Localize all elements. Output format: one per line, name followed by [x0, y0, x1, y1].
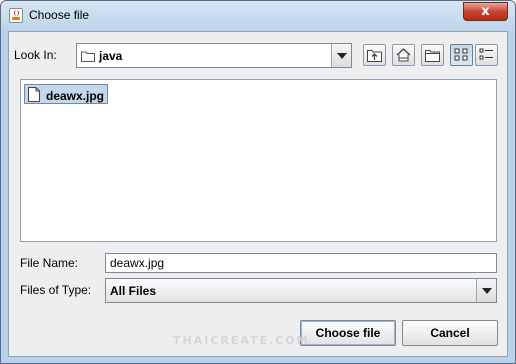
new-folder-icon — [425, 50, 440, 62]
up-one-level-button[interactable] — [363, 44, 386, 66]
file-name-text: deawx.jpg — [46, 89, 105, 103]
file-chooser-window: Choose file x Look In: java deawx.jpg Fi… — [0, 0, 516, 364]
java-cup-icon — [9, 8, 23, 23]
list-item[interactable]: deawx.jpg — [24, 84, 109, 104]
details-view-icon — [479, 48, 493, 60]
file-list[interactable]: deawx.jpg — [20, 79, 497, 242]
files-of-type-label: Files of Type: — [20, 283, 92, 297]
folder-up-icon — [367, 50, 382, 62]
watermark-text: THAICREATE.COM — [173, 334, 310, 347]
home-button[interactable] — [392, 44, 415, 66]
cancel-button[interactable]: Cancel — [402, 320, 498, 346]
title-bar[interactable]: Choose file x — [1, 1, 515, 31]
choose-file-button[interactable]: Choose file — [300, 320, 396, 346]
chevron-down-icon[interactable] — [476, 279, 496, 302]
file-name-field[interactable] — [105, 253, 497, 273]
dialog-content: Look In: java deawx.jpg File Name: deawx… — [8, 31, 508, 357]
look-in-combo[interactable]: java — [76, 43, 352, 68]
chevron-down-icon[interactable] — [331, 44, 351, 67]
look-in-label: Look In: — [14, 48, 57, 62]
list-view-button[interactable] — [450, 44, 473, 66]
file-icon — [28, 87, 40, 102]
files-of-type-combo[interactable]: All Files — [105, 278, 497, 303]
home-icon — [396, 48, 411, 62]
details-view-button[interactable] — [475, 44, 498, 66]
files-of-type-value: All Files — [110, 284, 157, 298]
close-button[interactable]: x — [463, 2, 508, 21]
new-folder-button[interactable] — [421, 44, 444, 66]
file-name-label: File Name: — [20, 256, 79, 270]
window-title: Choose file — [29, 8, 90, 22]
list-view-icon — [454, 48, 468, 61]
folder-icon — [81, 51, 95, 62]
look-in-value: java — [99, 49, 123, 63]
